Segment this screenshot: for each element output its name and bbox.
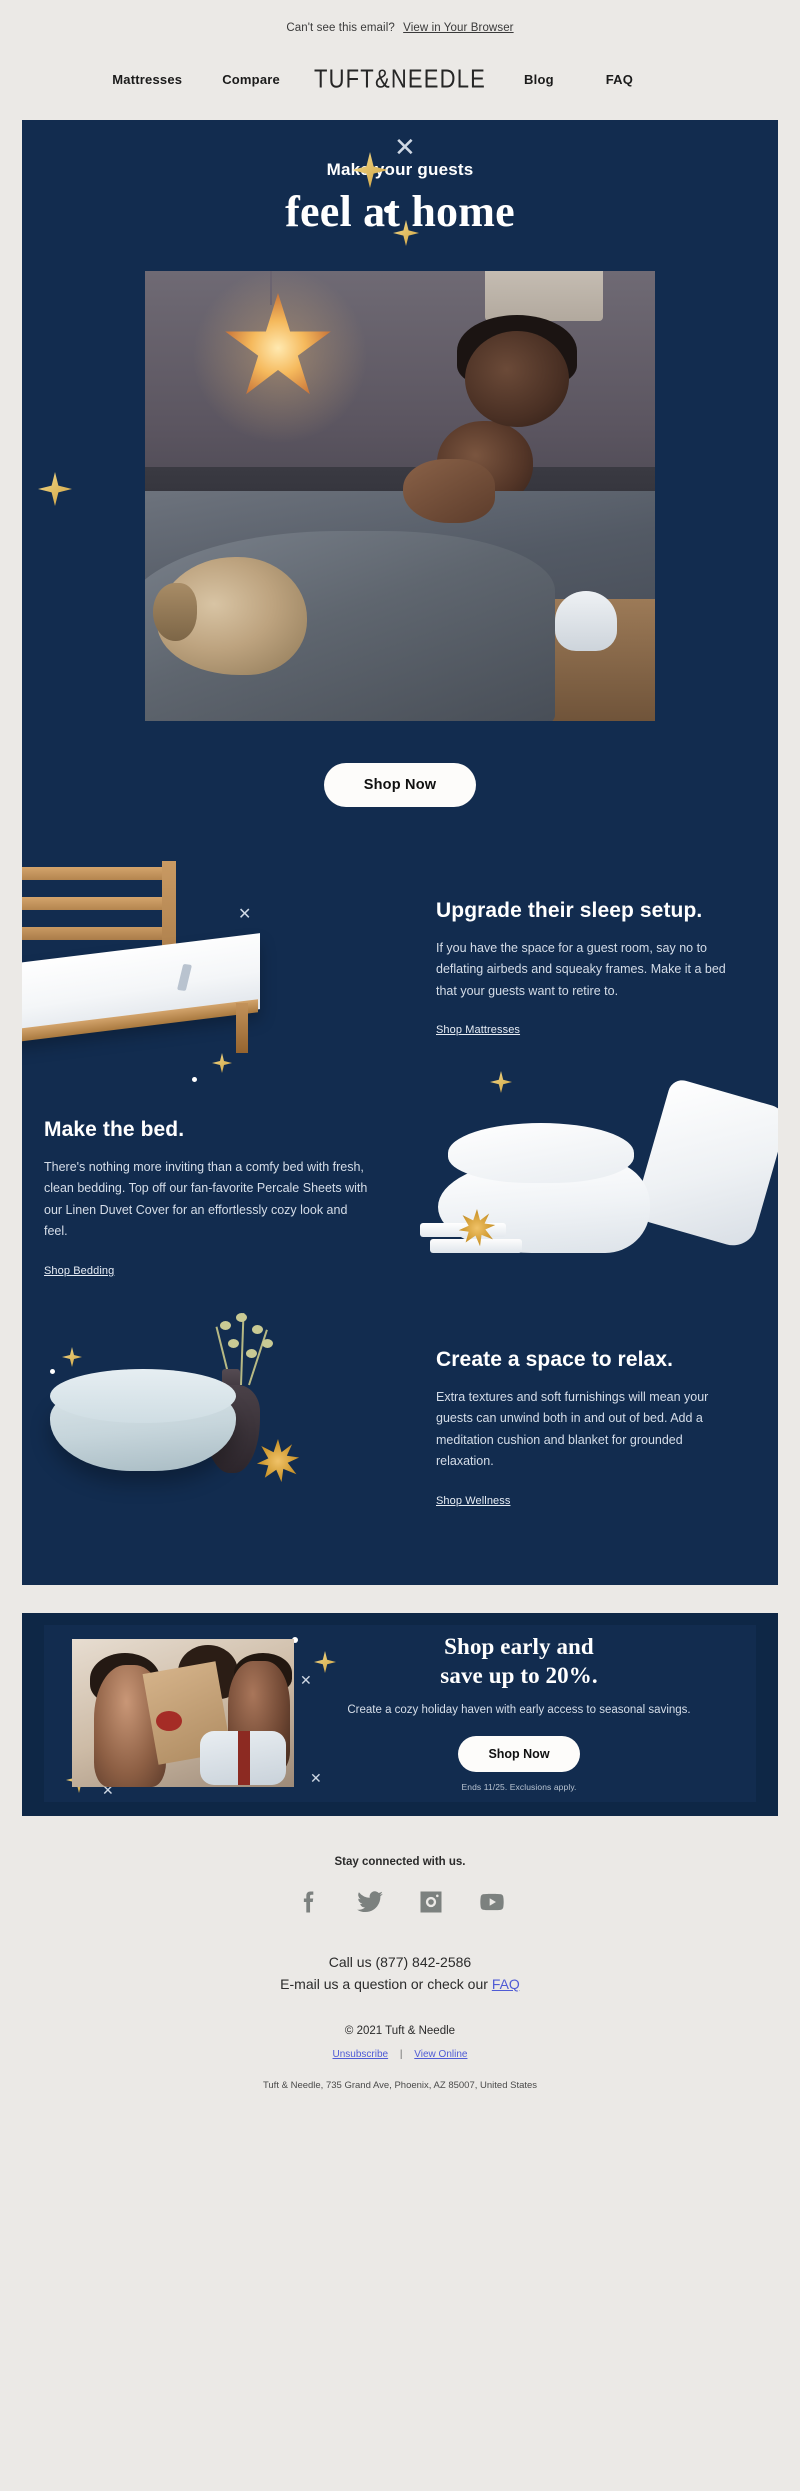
hero-cta-wrap: Shop Now (22, 721, 778, 853)
feature-row-wellness: Create a space to relax. Extra textures … (22, 1313, 778, 1543)
view-in-browser-link[interactable]: View in Your Browser (403, 22, 513, 34)
nav-item-blog[interactable]: Blog (524, 72, 554, 87)
x-sparkle-icon: ✕ (310, 1770, 322, 1786)
feature-heading: Create a space to relax. (436, 1348, 674, 1372)
gold-sparkle-icon (212, 1053, 232, 1073)
gold-sparkle-icon (38, 472, 72, 506)
company-address: Tuft & Needle, 735 Grand Ave, Phoenix, A… (262, 2080, 538, 2092)
feature-mattress-text: Upgrade their sleep setup. If you have t… (400, 898, 778, 1038)
hero-image (145, 271, 655, 721)
hero-kicker: Make your guests (326, 160, 474, 179)
x-sparkle-icon: ✕ (394, 132, 416, 162)
feature-bedding-text: Make the bed. There's nothing more invit… (22, 1117, 400, 1279)
facebook-link[interactable] (295, 1888, 323, 1921)
promo-banner: ✕ ✕ ✕ Shop early and save up to 20%. Cre… (44, 1625, 756, 1802)
nav-item-compare[interactable]: Compare (222, 72, 280, 87)
dot-accent (50, 1369, 55, 1374)
hero-shop-now-button[interactable]: Shop Now (323, 763, 477, 807)
gold-sparkle-icon (352, 152, 388, 188)
preheader: Can't see this email? View in Your Brows… (0, 0, 800, 40)
promo-heading-line1: Shop early and (444, 1634, 594, 1659)
preheader-text: Can't see this email? (286, 22, 395, 34)
gold-burst-icon (256, 1439, 300, 1483)
twitter-icon (356, 1890, 383, 1912)
stay-connected-heading: Stay connected with us. (334, 1855, 466, 1868)
dot-accent (384, 206, 391, 213)
promo-image (72, 1639, 294, 1788)
hero-section: ✕ Make your guests feel at home Shop Now (22, 120, 778, 853)
unsubscribe-link[interactable]: Unsubscribe (333, 2049, 389, 2060)
social-links (0, 1888, 800, 1921)
dot-accent (192, 1077, 197, 1082)
feature-wellness-image (22, 1313, 400, 1543)
nav-item-faq[interactable]: FAQ (606, 72, 633, 87)
hero-title: feel at home (285, 187, 515, 236)
promo-copy: Shop early and save up to 20%. Create a … (294, 1625, 756, 1802)
promo-fine-print: Ends 11/25. Exclusions apply. (461, 1781, 577, 1792)
email-footer: Stay connected with us. Call us (877) 84… (0, 1816, 800, 2114)
promo-shop-now-button[interactable]: Shop Now (458, 1735, 580, 1772)
footer-links: Unsubscribe | View Online (0, 2049, 800, 2060)
instagram-link[interactable] (417, 1888, 445, 1921)
shop-wellness-link[interactable]: Shop Wellness (436, 1495, 510, 1507)
gold-sparkle-icon (62, 1347, 82, 1367)
feature-heading: Upgrade their sleep setup. (436, 898, 703, 922)
main-navigation: Mattresses Compare TUFT&NEEDLE Blog FAQ (0, 40, 800, 120)
facebook-icon (303, 1891, 313, 1913)
copyright: © 2021 Tuft & Needle (344, 2025, 456, 2038)
shop-mattresses-link[interactable]: Shop Mattresses (436, 1024, 520, 1036)
x-sparkle-icon: ✕ (238, 906, 252, 923)
feature-body: If you have the space for a guest room, … (436, 940, 726, 998)
x-sparkle-icon: ✕ (300, 1672, 312, 1688)
promo-body: Create a cozy holiday haven with early a… (347, 1703, 691, 1716)
feature-body: There's nothing more inviting than a com… (44, 1159, 368, 1239)
nav-left-group: Mattresses Compare (104, 72, 314, 87)
email-line: E-mail us a question or check our FAQ (0, 1973, 800, 1995)
promo-heading-line2: save up to 20%. (440, 1662, 598, 1688)
contact-block: Call us (877) 842-2586 E-mail us a quest… (0, 1951, 800, 1996)
feature-bedding-image (400, 1071, 778, 1313)
promo-banner-outer: ✕ ✕ ✕ Shop early and save up to 20%. Cre… (22, 1613, 778, 1816)
feature-row-mattress: ✕ Upgrade their sleep setup. If you have… (22, 853, 778, 1083)
feature-mattress-image: ✕ (22, 853, 400, 1083)
feature-wellness-text: Create a space to relax. Extra textures … (400, 1347, 778, 1509)
brand-logo[interactable]: TUFT&NEEDLE (314, 64, 486, 95)
youtube-icon (479, 1893, 504, 1910)
shop-bedding-link[interactable]: Shop Bedding (44, 1265, 114, 1277)
feature-body: Extra textures and soft furnishings will… (436, 1389, 709, 1469)
nav-item-mattresses[interactable]: Mattresses (112, 72, 182, 87)
view-online-link[interactable]: View Online (414, 2049, 467, 2060)
nav-right-group: Blog FAQ (486, 72, 696, 87)
feature-row-bedding: Make the bed. There's nothing more invit… (22, 1071, 778, 1313)
footer-link-divider: | (399, 2049, 403, 2061)
faq-link[interactable]: FAQ (492, 1976, 520, 1992)
instagram-icon (420, 1891, 441, 1913)
youtube-link[interactable] (478, 1888, 506, 1921)
phone-line: Call us (877) 842-2586 (328, 1953, 472, 1970)
twitter-link[interactable] (356, 1888, 384, 1921)
email-body-panel: ✕ Make your guests feel at home Shop Now… (22, 120, 778, 1585)
feature-heading: Make the bed. (44, 1118, 185, 1142)
email-prefix: E-mail us a question or check our (280, 1975, 488, 1992)
